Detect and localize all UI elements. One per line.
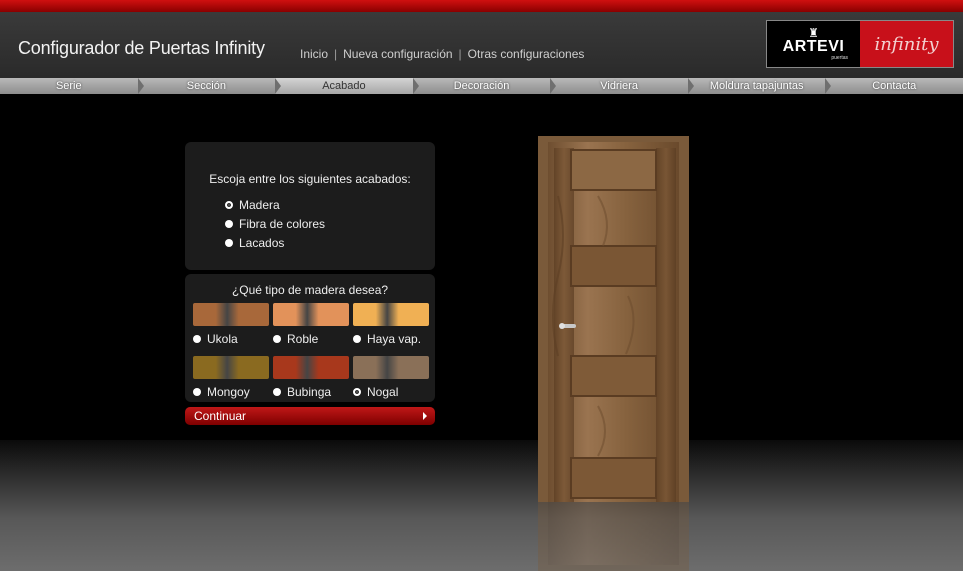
radio-icon[interactable] <box>225 219 233 228</box>
wood-panel: ¿Qué tipo de madera desea? Ukola Roble H… <box>185 274 435 402</box>
top-red-stripe <box>0 0 963 12</box>
finish-option-label: Madera <box>239 197 280 212</box>
wood-option-mongoy[interactable]: Mongoy <box>193 356 269 399</box>
wood-swatch[interactable] <box>273 356 349 379</box>
wood-swatch[interactable] <box>353 303 429 326</box>
wood-swatch[interactable] <box>193 356 269 379</box>
wood-option-roble[interactable]: Roble <box>273 303 349 346</box>
chevron-right-icon <box>825 78 832 94</box>
finish-option-madera[interactable]: Madera <box>225 195 325 214</box>
radio-icon[interactable] <box>193 335 201 343</box>
radio-icon[interactable] <box>225 238 233 247</box>
nav-item-label: Sección <box>186 80 226 92</box>
radio-icon[interactable] <box>273 388 281 396</box>
finish-option-fibra-de-colores[interactable]: Fibra de colores <box>225 214 325 233</box>
nav-item-contacta[interactable]: Contacta <box>825 78 963 94</box>
door-image <box>538 136 689 502</box>
nav-item-label: Vidriera <box>600 80 638 92</box>
chevron-right-icon <box>137 78 144 94</box>
arrow-right-icon <box>423 412 427 420</box>
wood-option-label: Nogal <box>367 385 399 399</box>
infinity-logo: infinity <box>860 21 953 67</box>
link-inicio[interactable]: Inicio <box>300 47 328 61</box>
radio-selected-icon[interactable] <box>353 388 361 396</box>
link-separator: | <box>334 47 338 61</box>
wood-swatch[interactable] <box>353 356 429 379</box>
chevron-right-icon <box>412 78 419 94</box>
wood-option-ukola[interactable]: Ukola <box>193 303 269 346</box>
nav-item-vidriera[interactable]: Vidriera <box>550 78 694 94</box>
wood-prompt: ¿Qué tipo de madera desea? <box>231 283 389 297</box>
top-links: Inicio | Nueva configuración | Otras con… <box>300 47 584 61</box>
chevron-right-icon <box>687 78 694 94</box>
link-otras-configuraciones[interactable]: Otras configuraciones <box>468 47 585 61</box>
nav-item-decoracion[interactable]: Decoración <box>413 78 557 94</box>
door-panel <box>570 457 657 499</box>
door-preview <box>538 136 689 502</box>
wood-option-label: Mongoy <box>207 385 250 399</box>
door-panel <box>570 245 657 287</box>
chevron-right-icon <box>550 78 557 94</box>
brand-logo[interactable]: ♜ ARTEVI puertas infinity <box>766 20 954 68</box>
door-stile-right <box>656 148 676 502</box>
link-separator: | <box>458 47 462 61</box>
door-reflection <box>538 502 689 571</box>
radio-icon[interactable] <box>353 335 361 343</box>
wood-swatch[interactable] <box>273 303 349 326</box>
wood-option-label: Roble <box>287 332 319 346</box>
nav-item-label: Decoración <box>453 80 510 92</box>
link-nueva-configuracion[interactable]: Nueva configuración <box>343 47 452 61</box>
nav-item-acabado[interactable]: Acabado <box>275 78 419 94</box>
finish-option-label: Fibra de colores <box>239 216 326 231</box>
door-panel <box>570 149 657 191</box>
continue-button[interactable]: Continuar <box>185 407 435 425</box>
nav-item-moldura-tapajuntas[interactable]: Moldura tapajuntas <box>688 78 832 94</box>
finish-option-lacados[interactable]: Lacados <box>225 233 325 252</box>
door-reflection-image <box>538 502 689 571</box>
continue-label: Continuar <box>194 409 247 423</box>
header: Configurador de Puertas Infinity Inicio … <box>0 12 963 78</box>
nav-item-seccion[interactable]: Sección <box>138 78 282 94</box>
finish-prompt: Escoja entre los siguientes acabados: <box>209 172 411 186</box>
nav-item-label: Moldura tapajuntas <box>709 80 804 92</box>
radio-icon[interactable] <box>273 335 281 343</box>
app-title: Configurador de Puertas Infinity <box>18 38 265 58</box>
wood-option-haya-vap[interactable]: Haya vap. <box>353 303 429 346</box>
wood-option-label: Ukola <box>207 332 238 346</box>
step-nav: Serie Sección Acabado Decoración Vidrier… <box>0 78 963 94</box>
finish-panel: Escoja entre los siguientes acabados: Ma… <box>185 142 435 270</box>
radio-selected-icon[interactable] <box>225 200 233 209</box>
door-panel <box>570 355 657 397</box>
nav-item-label: Acabado <box>322 80 366 92</box>
chevron-right-icon <box>275 78 282 94</box>
nav-item-label: Serie <box>55 80 82 92</box>
finish-options: Madera Fibra de colores Lacados <box>225 195 325 252</box>
floor-reflection <box>0 440 963 571</box>
nav-item-label: Contacta <box>872 80 917 92</box>
wood-option-nogal[interactable]: Nogal <box>353 356 429 399</box>
artevi-logo: ♜ ARTEVI puertas <box>767 21 860 67</box>
artevi-brand: ARTEVI <box>782 38 845 55</box>
wood-option-bubinga[interactable]: Bubinga <box>273 356 349 399</box>
wood-option-label: Bubinga <box>287 385 332 399</box>
wood-option-label: Haya vap. <box>367 332 422 346</box>
artevi-sub: puertas <box>831 55 848 61</box>
radio-icon[interactable] <box>193 388 201 396</box>
nav-item-serie[interactable]: Serie <box>0 78 144 94</box>
finish-option-label: Lacados <box>239 235 285 250</box>
wood-swatch[interactable] <box>193 303 269 326</box>
